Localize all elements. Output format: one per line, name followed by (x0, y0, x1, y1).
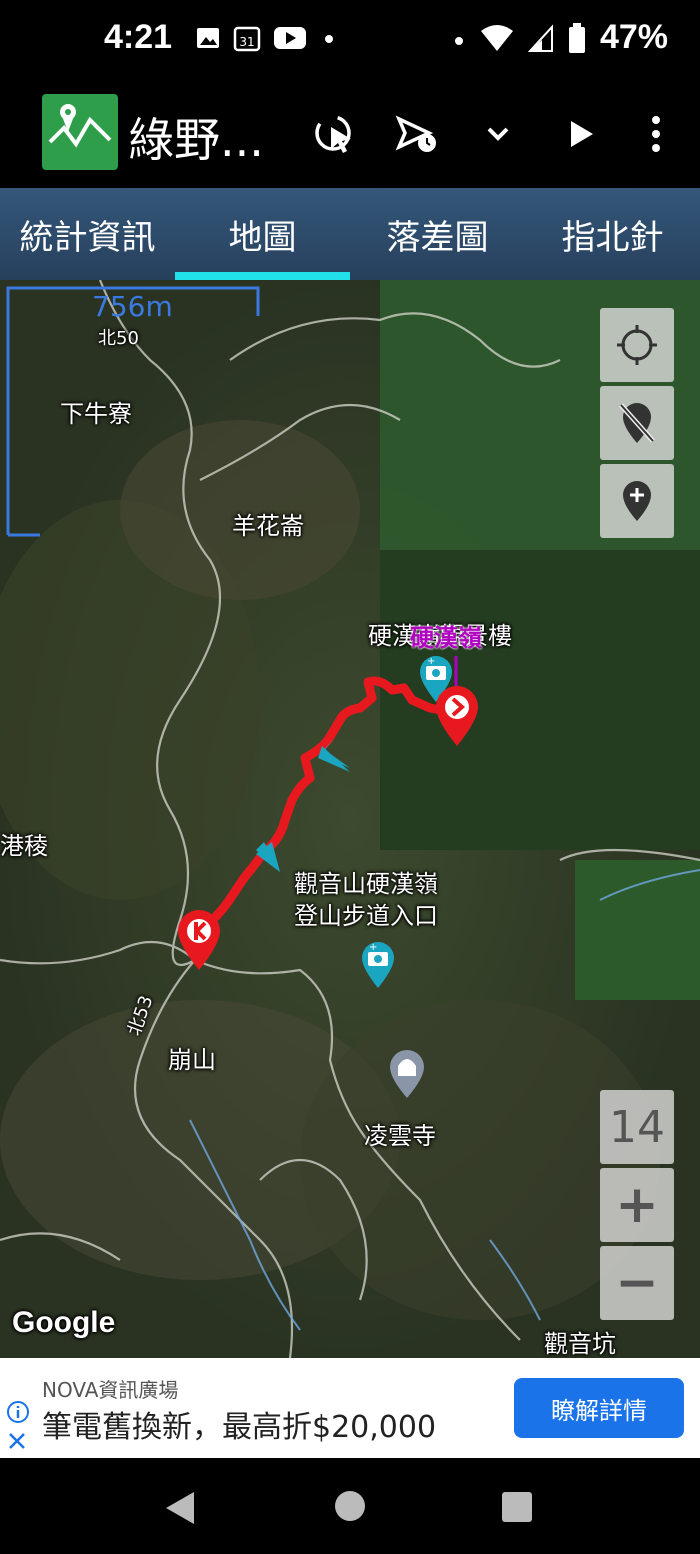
cell-signal-icon (527, 23, 553, 52)
tab-statistics-label: 統計資訊 (19, 217, 156, 258)
back-icon[interactable] (160, 1488, 200, 1528)
battery-percent: 47% (599, 18, 668, 56)
zoom-in-label: + (615, 1175, 659, 1235)
poi-label: 登山步道入口 (294, 902, 438, 930)
zoom-in-button[interactable]: + (600, 1168, 674, 1242)
home-icon[interactable] (332, 1488, 368, 1524)
youtube-notification-icon (274, 27, 306, 49)
play-icon (571, 121, 593, 147)
calendar-notification-icon: 31 (233, 26, 261, 52)
scale-width-label: 756m (92, 290, 173, 323)
tab-elevation-profile[interactable]: 落差圖 (350, 188, 525, 280)
zoom-out-button[interactable]: − (600, 1246, 674, 1320)
tab-elevation-label: 落差圖 (386, 217, 489, 258)
tab-map-label: 地圖 (228, 217, 297, 258)
place-label: 凌雲寺 (364, 1122, 436, 1150)
image-notification-icon (197, 28, 219, 48)
recents-icon[interactable] (500, 1490, 534, 1524)
satellite-imagery (0, 280, 700, 1358)
tab-compass[interactable]: 指北針 (525, 188, 700, 280)
place-label: 觀音坑 (544, 1330, 616, 1358)
app-title: 綠野... (128, 113, 264, 167)
ad-info-icon[interactable] (6, 1400, 30, 1424)
crosshair-icon (617, 325, 657, 365)
hide-markers-button[interactable] (600, 386, 674, 460)
ad-close-icon[interactable] (6, 1430, 28, 1452)
more-vert-icon (652, 116, 660, 152)
road-label-n50: 北50 (98, 328, 139, 349)
svg-text:31: 31 (239, 35, 254, 49)
status-time: 4:21 (104, 18, 173, 56)
zoom-level: 14 (600, 1090, 674, 1164)
expand-button[interactable] (474, 110, 522, 158)
ad-banner[interactable]: NOVA資訊廣場 筆電舊換新，最高折$20,000 瞭解詳情 (0, 1358, 700, 1458)
more-notifications-dot-icon (325, 35, 333, 43)
place-label: 羊花崙 (232, 512, 304, 540)
ad-message: 筆電舊換新，最高折$20,000 (42, 1410, 437, 1445)
tab-statistics[interactable]: 統計資訊 (0, 188, 175, 280)
app-logo (42, 94, 118, 170)
active-tab-indicator (175, 272, 350, 280)
poi-label: 觀音山硬漢嶺 (294, 870, 438, 898)
tab-bar: 統計資訊 地圖 落差圖 指北針 (0, 188, 700, 280)
play-button[interactable] (556, 110, 604, 158)
system-navigation-bar (0, 1458, 700, 1554)
temple-poi-icon[interactable] (386, 1046, 428, 1100)
my-location-button[interactable] (600, 308, 674, 382)
ad-source: NOVA資訊廣場 (42, 1378, 179, 1402)
app-toolbar: 綠野... (0, 80, 700, 188)
chevron-down-icon (487, 127, 509, 141)
add-waypoint-button[interactable] (600, 464, 674, 538)
place-label: 港稜 (0, 832, 48, 860)
svg-text:+: + (369, 942, 377, 953)
overflow-menu-button[interactable] (632, 110, 680, 158)
end-marker-icon[interactable] (432, 682, 482, 748)
waypoint-label: 硬漢嶺 (410, 624, 482, 652)
zoom-out-label: − (615, 1253, 659, 1313)
select-route-button[interactable] (310, 110, 358, 158)
google-logo: Google (12, 1306, 116, 1339)
location-off-icon (619, 403, 655, 443)
start-marker-icon[interactable] (174, 906, 224, 972)
add-location-icon (623, 481, 651, 521)
satellite-map[interactable]: 756m 748m 北50 下牛寮 羊花崙 硬漢嶺觀景樓 硬漢嶺 港稜 觀音山硬… (0, 280, 700, 1358)
svg-text:+: + (427, 656, 435, 667)
zoom-level-value: 14 (609, 1101, 665, 1153)
battery-icon (568, 22, 585, 53)
cursor-target-icon (315, 115, 351, 153)
wifi-icon (480, 24, 513, 51)
photo-poi-icon[interactable]: + (358, 938, 398, 990)
status-bar: 4:21 31 47% (0, 0, 700, 80)
navigation-clock-icon (395, 115, 436, 152)
navigate-timer-button[interactable] (394, 110, 442, 158)
place-label: 崩山 (168, 1046, 216, 1074)
tab-map[interactable]: 地圖 (175, 188, 350, 280)
tab-compass-label: 指北針 (561, 217, 664, 258)
ad-cta-button[interactable]: 瞭解詳情 (514, 1378, 684, 1438)
place-label: 下牛寮 (60, 400, 132, 428)
dot-icon (454, 36, 463, 45)
